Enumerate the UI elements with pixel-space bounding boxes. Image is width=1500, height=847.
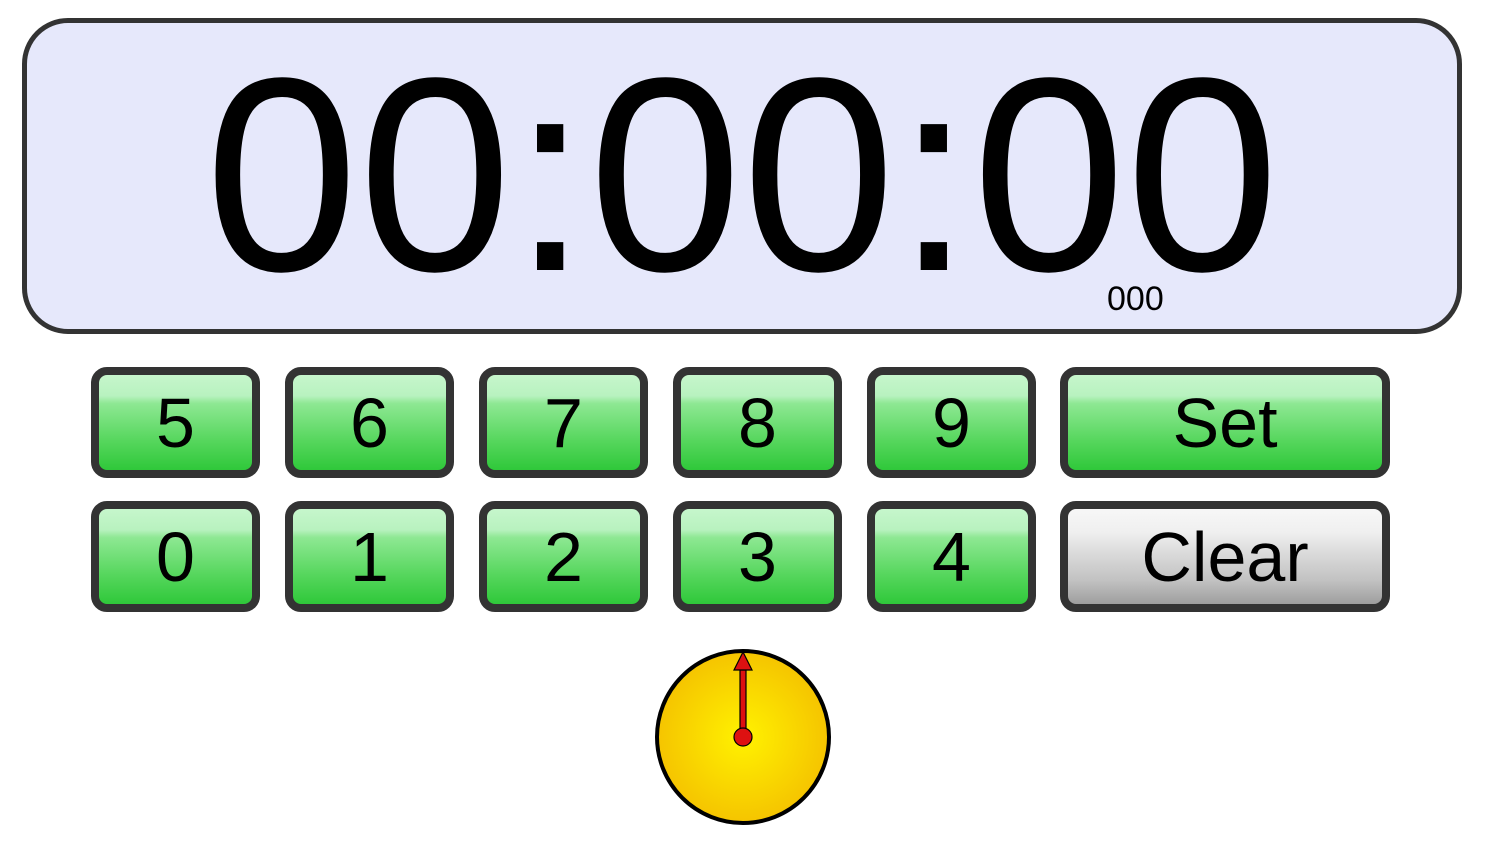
digit-6-button[interactable]: 6 [285,367,454,478]
milliseconds-readout: 000 [1107,280,1164,318]
clock-dial-icon [655,649,831,825]
digit-8-button[interactable]: 8 [673,367,842,478]
digit-3-button[interactable]: 3 [673,501,842,612]
digit-1-button[interactable]: 1 [285,501,454,612]
set-button[interactable]: Set [1060,367,1390,478]
digit-5-button[interactable]: 5 [91,367,260,478]
digit-4-button[interactable]: 4 [867,501,1036,612]
digit-9-button[interactable]: 9 [867,367,1036,478]
digit-7-button[interactable]: 7 [479,367,648,478]
timer-display: 00:00:00 000 [22,18,1462,334]
time-readout: 00:00:00 [204,21,1280,329]
digit-0-button[interactable]: 0 [91,501,260,612]
clock-hub [733,727,753,747]
clear-button[interactable]: Clear [1060,501,1390,612]
digit-2-button[interactable]: 2 [479,501,648,612]
